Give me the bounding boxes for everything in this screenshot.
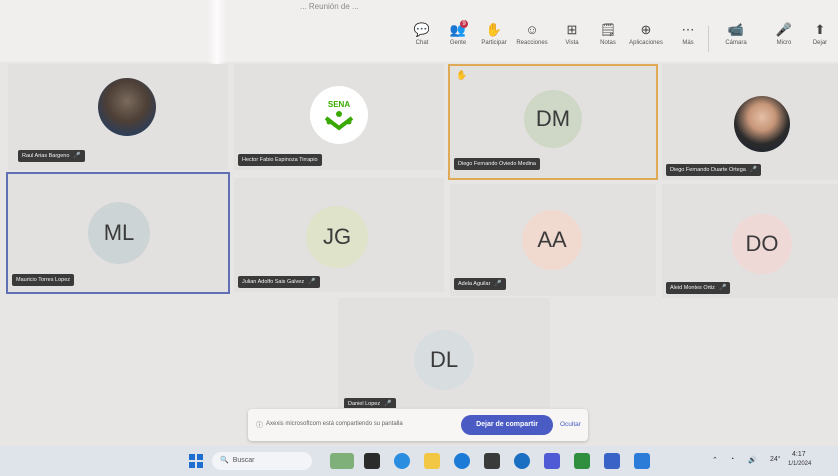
mic-icon: 🎤 [718,285,727,291]
share-message: Axexis microsoftcom está compartiendo su… [266,421,403,427]
avatar [98,78,156,136]
sena-logo: SENA [310,86,368,144]
file-explorer-icon[interactable] [424,453,440,469]
raise-hand-icon: ✋ [485,22,503,37]
avatar: DM [524,90,582,148]
avatar: JG [306,206,368,268]
svg-text:SENA: SENA [328,100,350,109]
smile-icon: ☺ [525,22,539,37]
name-tag: Aleid Montes Ortiz 🎤 [666,282,731,294]
share-icon: ⬆ [814,22,826,37]
volume-icon[interactable]: 🔊 [748,456,757,464]
people-icon: 👥 [449,22,467,37]
toolbar-divider [708,26,709,52]
participant-tile[interactable]: DO Aleid Montes Ortiz 🎤 [662,184,838,298]
chrome-icon[interactable] [454,453,470,469]
store-icon[interactable] [484,453,500,469]
camera-button[interactable]: 📹 Cámara [718,22,754,56]
name-tag: Mauricio Torres Lopez [12,274,75,286]
name-tag: Hector Fabio Espinoza Tirrapio [238,154,322,166]
outlook-icon[interactable] [634,453,650,469]
meeting-toolbar: ... Reunión de ... 💬 Chat 👥 9 Gente ✋ Pa… [0,0,838,62]
camera-icon: 📹 [727,22,745,37]
window-title: ... Reunión de ... [300,2,359,11]
name-tag: Diego Fernando Duarte Ortega 🎤 [666,164,762,176]
windows-icon [189,454,203,468]
participant-tile-speaking[interactable]: ✋ DM Diego Fernando Oviedo Medina [448,64,658,180]
apps-button[interactable]: ⊕ Aplicaciones [628,22,664,56]
grid-icon: ⊞ [566,22,578,37]
raise-hand-icon: ✋ [456,70,468,80]
hp-icon[interactable] [514,453,530,469]
avatar: DL [414,330,474,390]
view-button[interactable]: ⊞ Vista [554,22,590,56]
avatar [734,96,790,152]
more-button[interactable]: ⋯ Más [670,22,706,56]
people-count-badge: 9 [460,20,468,28]
search-icon: 🔍 [220,457,229,464]
info-icon: ⓘ [256,422,263,429]
mic-button[interactable]: 🎤 Micro [766,22,802,56]
start-button[interactable] [188,453,204,469]
tray-temp: 24° [770,456,781,463]
participant-tile-pinned[interactable]: ML Mauricio Torres Lopez [6,172,230,294]
photos-icon[interactable] [604,453,620,469]
name-tag: Daniel Lopez 🎤 [344,398,396,408]
name-tag: Julian Adolfo Sais Galvez 🎤 [238,276,320,288]
avatar: AA [522,210,582,270]
share-button[interactable]: ⬆ Dejar [802,22,838,56]
name-tag: Raul Arias Bargeno 🎤 [18,150,85,162]
mic-icon: 🎤 [308,279,316,285]
reactions-button[interactable]: ☺ Reacciones [514,22,550,56]
task-view-icon[interactable] [364,453,380,469]
name-tag: Diego Fernando Oviedo Medina [454,158,540,170]
mic-icon: 🎤 [494,281,502,287]
excel-icon[interactable] [574,453,590,469]
mic-icon: 🎤 [73,153,81,159]
windows-taskbar: 🔍 Buscar ⌃ ◔ 🔊 24° 4:17 1/1/2024 [0,446,838,476]
raise-hand-button[interactable]: ✋ Participar [476,22,512,56]
apps-icon: ⊕ [640,22,652,37]
mic-icon: 🎤 [749,167,758,173]
avatar: ML [88,202,150,264]
tray-date[interactable]: 1/1/2024 [788,461,811,467]
stop-sharing-button[interactable]: Dejar de compartir [461,415,553,435]
hide-share-bar-link[interactable]: Ocultar [560,421,581,428]
name-tag: Adela Aguilar 🎤 [454,278,506,290]
mic-icon: 🎤 [384,401,392,407]
chat-icon: 💬 [413,22,431,37]
avatar: DO [732,214,792,274]
tray-chevron-icon[interactable]: ⌃ [712,456,718,464]
wifi-icon[interactable]: ◔ [730,456,734,463]
participant-tile[interactable]: Raul Arias Bargeno 🎤 [8,64,228,170]
edge-icon[interactable] [394,453,410,469]
sena-logo-icon: SENA [317,93,361,137]
tray-time[interactable]: 4:17 [792,451,806,458]
taskbar-search[interactable]: 🔍 Buscar [212,452,312,470]
widgets-icon[interactable] [330,453,354,469]
participant-tile[interactable]: Diego Fernando Duarte Ortega 🎤 [662,64,838,180]
notes-button[interactable]: 🗒 Notas [590,22,626,56]
more-icon: ⋯ [681,22,695,37]
participant-tile[interactable]: JG Julian Adolfo Sais Galvez 🎤 [234,178,444,292]
chat-button[interactable]: 💬 Chat [404,22,440,56]
participant-tile[interactable]: DL Daniel Lopez 🎤 [338,298,550,408]
screen-share-bar: ⓘ Axexis microsoftcom está compartiendo … [248,409,588,441]
people-button[interactable]: 👥 9 Gente [440,20,476,56]
teams-icon[interactable] [544,453,560,469]
notes-icon: 🗒 [599,22,617,37]
mic-icon: 🎤 [775,22,793,37]
participant-tile[interactable]: AA Adela Aguilar 🎤 [450,184,656,296]
participant-tile[interactable]: SENA Hector Fabio Espinoza Tirrapio [234,64,444,170]
